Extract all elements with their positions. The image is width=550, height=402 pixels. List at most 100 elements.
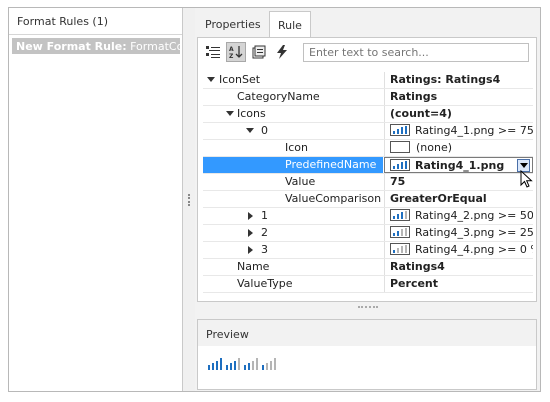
- property-value-cell[interactable]: Rating4_3.png >= 25 %: [384, 225, 533, 241]
- property-name: Icon: [285, 141, 308, 154]
- property-value-cell[interactable]: Rating4_4.png >= 0 %: [384, 242, 533, 258]
- property-value[interactable]: GreaterOrEqual: [384, 191, 533, 207]
- property-name: PredefinedName: [285, 158, 377, 171]
- rating4-1-icon: [390, 159, 410, 171]
- property-pages-icon[interactable]: [249, 42, 269, 62]
- property-value[interactable]: Ratings: [384, 89, 533, 105]
- property-value: (none): [416, 141, 453, 154]
- property-name: ValueType: [237, 277, 293, 290]
- rating4-4-preview-icon: [262, 358, 276, 370]
- property-row-valuecomparison[interactable]: ValueComparison GreaterOrEqual: [203, 191, 533, 208]
- property-name: Value: [285, 175, 316, 188]
- property-row-icons[interactable]: Icons (count=4): [203, 106, 533, 123]
- property-value-cell[interactable]: (none): [384, 140, 533, 156]
- property-row-iconset[interactable]: IconSet Ratings: Ratings4: [203, 72, 533, 89]
- alphabetical-sort-icon[interactable]: AZ: [226, 42, 246, 62]
- property-name-cell: IconSet: [203, 72, 383, 88]
- property-name-cell: Value: [203, 174, 383, 190]
- property-name-cell: ValueType: [203, 276, 383, 292]
- rating4-3-preview-icon: [244, 358, 258, 370]
- rating4-2-preview-icon: [226, 358, 240, 370]
- panel-splitter[interactable]: [183, 8, 195, 391]
- format-rule-item-type: FormatCond: [130, 40, 180, 53]
- property-value: Rating4_1.png >= 75 %: [415, 124, 533, 137]
- format-rule-item-name: New Format Rule:: [16, 40, 127, 53]
- property-name-cell: PredefinedName: [203, 157, 383, 173]
- property-grid-panel: AZ IconSet Ratings: Ratings4: [197, 37, 537, 308]
- categorized-view-icon[interactable]: [203, 42, 223, 62]
- svg-text:Z: Z: [229, 53, 234, 59]
- rating4-3-icon: [390, 226, 410, 238]
- property-value[interactable]: 75: [384, 174, 533, 190]
- format-rules-header: Format Rules (1): [9, 8, 182, 35]
- empty-image-icon: [390, 141, 410, 153]
- property-name: Icons: [237, 107, 266, 120]
- expand-arrow-icon[interactable]: [248, 229, 253, 237]
- property-name-cell: Icons: [203, 106, 383, 122]
- preview-panel: [197, 346, 537, 390]
- property-name: ValueComparison: [285, 192, 382, 205]
- property-search-input[interactable]: [303, 43, 529, 62]
- property-row-icon-3[interactable]: 3 Rating4_4.png >= 0 %: [203, 242, 533, 259]
- property-value: Rating4_3.png >= 25 %: [415, 226, 533, 239]
- mouse-cursor-icon: [520, 170, 533, 188]
- property-row-icon-1[interactable]: 1 Rating4_2.png >= 50 %: [203, 208, 533, 225]
- property-row-predefinedname[interactable]: PredefinedName Rating4_1.png: [203, 157, 533, 174]
- chevron-down-icon: [519, 162, 528, 168]
- property-value-cell[interactable]: Rating4_2.png >= 50 %: [384, 208, 533, 224]
- property-value[interactable]: Ratings: Ratings4: [384, 72, 533, 88]
- property-name: IconSet: [219, 73, 261, 86]
- property-name-cell: 2: [203, 225, 383, 241]
- collapse-arrow-icon[interactable]: [207, 77, 215, 82]
- property-value: Rating4_4.png >= 0 %: [415, 243, 533, 256]
- tab-rule[interactable]: Rule: [269, 11, 311, 37]
- tab-strip: Properties Rule: [197, 8, 537, 37]
- preview-header: Preview: [197, 319, 537, 347]
- property-name-cell: ValueComparison: [203, 191, 383, 207]
- property-name-cell: Name: [203, 259, 383, 275]
- property-name: CategoryName: [237, 90, 320, 103]
- collapse-arrow-icon[interactable]: [226, 111, 234, 116]
- property-name: 1: [261, 209, 268, 222]
- property-name-cell: 1: [203, 208, 383, 224]
- format-rule-item[interactable]: New Format Rule: FormatCond: [12, 38, 180, 54]
- rating4-4-icon: [390, 243, 410, 255]
- resize-grip[interactable]: [358, 306, 378, 308]
- property-name-cell: 0: [203, 123, 383, 139]
- format-rules-dialog: Format Rules (1) New Format Rule: Format…: [8, 7, 541, 392]
- rating4-1-preview-icon: [208, 358, 222, 370]
- property-value[interactable]: Percent: [384, 276, 533, 292]
- format-rules-list-panel: Format Rules (1) New Format Rule: Format…: [9, 8, 183, 391]
- expand-arrow-icon[interactable]: [248, 246, 253, 254]
- property-name-cell: CategoryName: [203, 89, 383, 105]
- property-value-cell[interactable]: Rating4_1.png >= 75 %: [384, 123, 533, 139]
- rating4-1-icon: [390, 124, 410, 136]
- property-row-icon-0[interactable]: 0 Rating4_1.png >= 75 %: [203, 123, 533, 140]
- property-row-valuetype[interactable]: ValueType Percent: [203, 276, 533, 293]
- property-value: Rating4_2.png >= 50 %: [415, 209, 533, 222]
- property-name-cell: 3: [203, 242, 383, 258]
- property-name: Name: [237, 260, 270, 273]
- property-name: 3: [261, 243, 268, 256]
- property-name-cell: Icon: [203, 140, 383, 156]
- property-row-categoryname[interactable]: CategoryName Ratings: [203, 89, 533, 106]
- property-row-name[interactable]: Name Ratings4: [203, 259, 533, 276]
- property-value: Rating4_1.png: [415, 159, 505, 172]
- property-value-editor[interactable]: Rating4_1.png: [384, 157, 533, 173]
- property-name: 2: [261, 226, 268, 239]
- property-row-value[interactable]: Value 75: [203, 174, 533, 191]
- splitter-grip[interactable]: [188, 194, 190, 206]
- rule-editor-panel: Properties Rule AZ Enter text to search.…: [195, 8, 540, 391]
- property-value[interactable]: (count=4): [384, 106, 533, 122]
- property-name: 0: [261, 124, 268, 137]
- svg-text:A: A: [229, 46, 234, 53]
- tab-properties[interactable]: Properties: [197, 11, 269, 37]
- property-value[interactable]: Ratings4: [384, 259, 533, 275]
- property-grid-toolbar: AZ: [198, 38, 536, 66]
- rating4-2-icon: [390, 209, 410, 221]
- property-row-icon-2[interactable]: 2 Rating4_3.png >= 25 %: [203, 225, 533, 242]
- property-row-icon[interactable]: Icon (none): [203, 140, 533, 157]
- events-icon[interactable]: [272, 42, 292, 62]
- collapse-arrow-icon[interactable]: [246, 128, 254, 133]
- expand-arrow-icon[interactable]: [248, 212, 253, 220]
